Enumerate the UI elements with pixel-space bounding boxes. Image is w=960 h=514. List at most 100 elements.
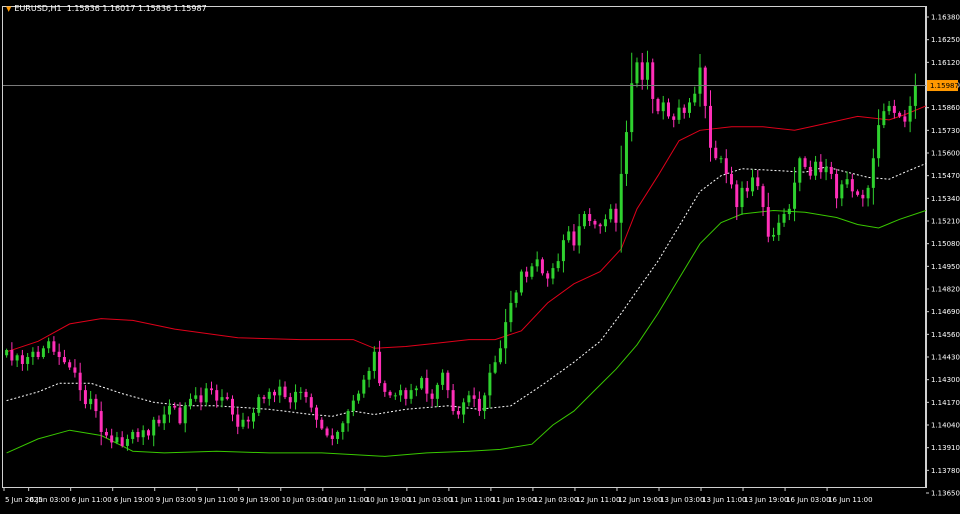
candle-body xyxy=(41,348,45,357)
price-tick-label: 1.15080 xyxy=(931,240,960,248)
bull-candle xyxy=(441,369,445,390)
candle-body xyxy=(183,405,187,424)
bull-candle xyxy=(887,101,891,115)
bear-candle xyxy=(330,428,334,446)
bull-candle xyxy=(351,395,355,417)
candle-body xyxy=(603,219,607,227)
bear-candle xyxy=(446,370,450,399)
bear-candle xyxy=(68,359,72,371)
bear-candle xyxy=(273,389,277,403)
bear-candle xyxy=(73,359,77,378)
price-chart[interactable]: 1.163801.162501.161201.159901.158601.157… xyxy=(0,0,960,510)
bear-candle xyxy=(472,387,476,408)
time-axis[interactable]: 5 Jun 20256 Jun 03:00 6 Jun 11:00 6 Jun 19… xyxy=(3,488,873,504)
candle-body xyxy=(304,391,308,398)
bear-candle xyxy=(593,219,597,229)
bull-candle xyxy=(467,390,471,407)
time-tick-label: 6 Jun 11:00 xyxy=(72,496,112,504)
triangle-down-icon[interactable]: ▼ xyxy=(6,5,11,13)
candle-body xyxy=(693,93,697,103)
bull-candle xyxy=(661,95,665,120)
candle-body xyxy=(62,357,66,363)
bear-candle xyxy=(598,222,602,234)
candle-body xyxy=(677,107,681,120)
bear-candle xyxy=(146,428,150,440)
time-tick-label: 13 Jun 11:00 xyxy=(702,496,746,504)
bear-candle xyxy=(803,156,807,170)
bull-candle xyxy=(519,269,523,296)
candle-body xyxy=(630,83,634,133)
candle-body xyxy=(856,191,860,195)
bear-candle xyxy=(304,388,308,403)
candle-body xyxy=(456,411,460,415)
chart-window[interactable]: 1.163801.162501.161201.159901.158601.157… xyxy=(0,0,960,510)
bear-candle xyxy=(388,390,392,398)
candle-body xyxy=(141,430,145,438)
bear-candle xyxy=(283,381,287,400)
candle-body xyxy=(819,161,823,173)
bull-candle xyxy=(367,367,371,388)
bear-candle xyxy=(120,431,124,448)
candle-body xyxy=(546,273,550,279)
candle-body xyxy=(635,62,639,84)
candle-body xyxy=(472,395,476,399)
symbol-name: EURUSD,H1 xyxy=(14,4,62,13)
candle-body xyxy=(661,102,665,112)
candle-body xyxy=(435,384,439,399)
bull-candle xyxy=(372,346,376,379)
candle-body xyxy=(514,292,518,303)
bear-candle xyxy=(477,391,481,416)
candle-body xyxy=(209,388,213,391)
candle-body xyxy=(262,397,266,399)
bear-candle xyxy=(136,428,140,442)
candle-body xyxy=(367,370,371,380)
bear-candle xyxy=(766,192,770,243)
candle-body xyxy=(31,351,35,357)
candle-body xyxy=(341,423,345,432)
time-tick-label: 10 Jun 11:00 xyxy=(324,496,368,504)
bull-candle xyxy=(603,214,607,233)
bull-candle xyxy=(514,290,518,308)
time-tick-label: 13 Jun 03:00 xyxy=(660,496,704,504)
bear-candle xyxy=(157,415,161,427)
candle-body xyxy=(325,428,329,436)
candle-body xyxy=(483,395,487,412)
candle-body xyxy=(556,261,560,269)
bear-candle xyxy=(808,160,812,180)
bear-candle xyxy=(850,173,854,198)
candle-body xyxy=(152,419,156,436)
candle-body xyxy=(388,391,392,396)
bull-candle xyxy=(115,431,119,445)
bull-candle xyxy=(294,384,298,410)
bull-candle xyxy=(357,390,361,404)
candle-body xyxy=(593,221,597,225)
candle-body xyxy=(624,132,628,174)
candle-body xyxy=(567,231,571,241)
candle-body xyxy=(782,214,786,223)
candle-body xyxy=(861,194,865,199)
bull-candle xyxy=(420,376,424,390)
candle-body xyxy=(104,431,108,436)
bull-candle xyxy=(871,148,875,205)
bear-candle xyxy=(703,65,707,119)
bull-candle xyxy=(188,393,192,410)
bull-candle xyxy=(509,290,513,332)
bull-candle xyxy=(793,167,797,222)
bear-candle xyxy=(456,406,460,419)
bull-candle xyxy=(561,234,565,273)
candle-body xyxy=(399,390,403,396)
candle-body xyxy=(672,116,676,120)
candle-body xyxy=(288,397,292,403)
candle-body xyxy=(525,271,529,277)
candle-body xyxy=(283,386,287,398)
candle-body xyxy=(346,411,350,424)
bull-candle xyxy=(26,352,30,371)
candle-body xyxy=(798,158,802,183)
candle-body xyxy=(903,116,907,122)
candle-body xyxy=(273,391,277,396)
bull-candle xyxy=(488,364,492,409)
bear-candle xyxy=(666,98,670,119)
candle-body xyxy=(199,395,203,403)
candle-body xyxy=(793,182,797,209)
candle-body xyxy=(609,208,613,220)
